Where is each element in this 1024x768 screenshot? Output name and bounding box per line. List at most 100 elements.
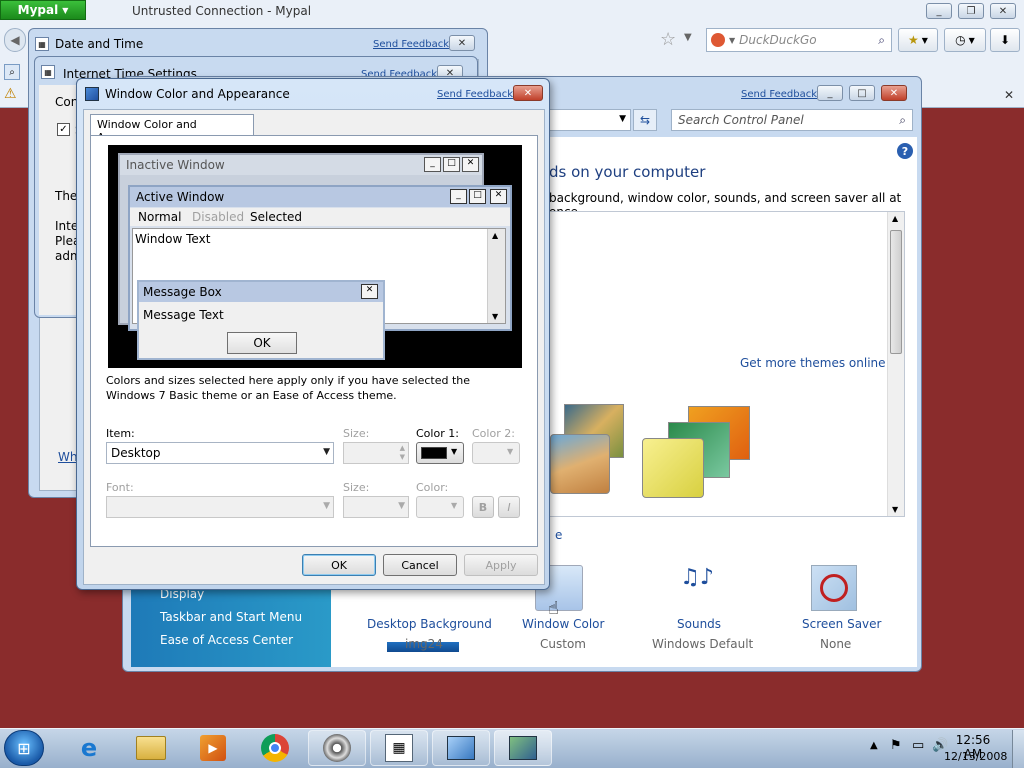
sounds-link[interactable]: Sounds — [677, 617, 721, 631]
clock-icon: ◷ — [955, 33, 966, 47]
msgbox-ok-label: OK — [253, 336, 271, 350]
taskbar-mypal[interactable] — [308, 730, 366, 766]
taskbar-chrome[interactable] — [246, 730, 304, 766]
taskbar-media-player[interactable]: ▶ — [184, 730, 242, 766]
download-button[interactable]: ⬇ — [990, 28, 1020, 52]
scroll-thumb[interactable] — [890, 230, 902, 354]
more-themes-link[interactable]: Get more themes online — [740, 356, 886, 370]
cp-maximize-button[interactable]: □ — [849, 85, 875, 101]
sync-checkbox[interactable]: ✓ — [57, 123, 70, 136]
browser-search-box[interactable]: ▼ DuckDuckGo ⌕ — [706, 28, 892, 52]
display-icon — [509, 736, 537, 760]
appearance-preview[interactable]: Inactive Window _ □ ✕ Active Window _ □ … — [108, 145, 522, 368]
font-color-picker[interactable]: ▼ — [416, 496, 464, 518]
screen-saver-link[interactable]: Screen Saver — [802, 617, 881, 631]
window-color-dialog: Window Color and Appearance Send Feedbac… — [76, 78, 550, 590]
dialog-close-button[interactable]: ✕ — [513, 85, 543, 101]
cancel-label: Cancel — [401, 558, 439, 572]
taskbar-date-time[interactable]: ▦ — [370, 730, 428, 766]
active-title: Active Window — [136, 190, 225, 204]
preview-menubar: Normal Disabled Selected — [130, 208, 510, 226]
action-center-flag-icon[interactable]: ⚑ — [890, 738, 902, 753]
theme-landscapes[interactable] — [550, 404, 626, 504]
back-button[interactable]: ◀ — [4, 28, 26, 52]
bold-button[interactable]: B — [472, 496, 494, 518]
theme-aero[interactable] — [642, 404, 760, 504]
sidebar-item-taskbar[interactable]: Taskbar and Start Menu — [160, 610, 302, 624]
item-combobox[interactable]: Desktop ▼ — [106, 442, 334, 464]
close-icon: ✕ — [462, 157, 479, 172]
control-panel-icon — [447, 736, 475, 760]
themes-scrollbar[interactable]: ▲ ▼ — [887, 212, 904, 516]
bookmark-star-icon[interactable]: ☆ — [660, 29, 676, 50]
clock-date[interactable]: 12/13/2008 — [944, 750, 1007, 763]
cancel-button[interactable]: Cancel — [383, 554, 457, 576]
apply-button[interactable]: Apply — [464, 554, 538, 576]
font-color-label: Color: — [416, 481, 449, 494]
cp-address-dropdown[interactable]: ▼ — [543, 109, 631, 131]
desktop-background-link[interactable]: Desktop Background — [367, 617, 492, 631]
history-button[interactable]: ◷ ▼ — [944, 28, 986, 52]
minimize-icon: _ — [424, 157, 441, 172]
color1-swatch — [421, 447, 447, 459]
calendar-clock-icon: ▦ — [385, 734, 413, 762]
apply-label: Apply — [485, 558, 517, 572]
sidebar-item-ease-of-access[interactable]: Ease of Access Center — [160, 633, 293, 647]
cp-minimize-button[interactable]: _ — [817, 85, 843, 101]
date-time-close-button[interactable]: ✕ — [449, 35, 475, 51]
mypal-app-button[interactable]: Mypal ▼ — [0, 0, 86, 20]
chevron-down-icon: ▼ — [323, 447, 330, 457]
ok-button[interactable]: OK — [302, 554, 376, 576]
browser-minimize-button[interactable]: _ — [926, 3, 952, 19]
taskbar-personalization[interactable] — [494, 730, 552, 766]
close-icon: ✕ — [457, 37, 467, 49]
cp-search-box[interactable]: Search Control Panel ⌕ — [671, 109, 913, 131]
help-icon[interactable]: ? — [897, 143, 913, 159]
taskbar-explorer[interactable] — [122, 730, 180, 766]
sounds-icon: ♫♪ — [680, 565, 714, 590]
bookmarks-button[interactable]: ★ ▼ — [898, 28, 938, 52]
color1-picker[interactable]: ▼ — [416, 442, 464, 464]
date-time-title: Date and Time — [55, 37, 144, 51]
cp-feedback-link[interactable]: Send Feedback — [741, 89, 817, 100]
browser-restore-button[interactable]: ❐ — [958, 3, 984, 19]
maximize-icon: □ — [469, 189, 486, 204]
frag-wh-link[interactable]: Wh — [58, 450, 77, 464]
search-icon[interactable]: ⌕ — [878, 33, 885, 48]
window-color-link[interactable]: Window Color — [522, 617, 604, 631]
italic-button[interactable]: I — [498, 496, 520, 518]
scroll-up-icon[interactable]: ▲ — [892, 214, 898, 223]
restore-icon: ❐ — [966, 5, 976, 17]
notification-close-icon[interactable]: ✕ — [1004, 88, 1014, 102]
scroll-down-icon[interactable]: ▼ — [892, 505, 898, 514]
url-dropdown-icon[interactable]: ▼ — [684, 32, 692, 43]
show-desktop-button[interactable] — [1012, 730, 1024, 768]
taskbar-control-panel[interactable] — [432, 730, 490, 766]
font-size-combobox[interactable]: ▼ — [343, 496, 409, 518]
size-spinner[interactable]: ▲ ▼ — [343, 442, 409, 464]
search-icon[interactable]: ⌕ — [899, 113, 906, 127]
taskbar-ie[interactable]: e — [60, 730, 118, 766]
dialog-feedback-link[interactable]: Send Feedback — [437, 89, 513, 100]
cp-e-fragment[interactable]: e — [555, 528, 562, 542]
menu-selected: Selected — [250, 210, 303, 224]
screensaver-icon — [811, 565, 857, 611]
refresh-icon: ⇆ — [639, 113, 651, 127]
tab-window-color[interactable]: Window Color and Appearance — [90, 114, 254, 144]
network-icon[interactable]: ▭ — [912, 738, 924, 753]
date-time-feedback-link[interactable]: Send Feedback — [373, 39, 449, 50]
page-search-icon[interactable]: ⌕ — [4, 64, 20, 80]
cp-refresh-button[interactable]: ⇆ — [633, 109, 657, 131]
browser-close-button[interactable]: ✕ — [990, 3, 1016, 19]
cp-close-button[interactable]: ✕ — [881, 85, 907, 101]
dialog-app-icon — [85, 87, 99, 101]
frag-inte: Inte — [55, 219, 79, 233]
dialog-title: Window Color and Appearance — [105, 87, 290, 101]
show-hidden-icons[interactable]: ▲ — [870, 740, 878, 751]
font-combobox[interactable]: ▼ — [106, 496, 334, 518]
start-button[interactable]: ⊞ — [4, 730, 44, 766]
scroll-down-icon: ▼ — [492, 312, 499, 321]
ok-label: OK — [331, 558, 347, 572]
color2-picker[interactable]: ▼ — [472, 442, 520, 464]
chevron-down-icon: ▼ — [507, 447, 514, 456]
